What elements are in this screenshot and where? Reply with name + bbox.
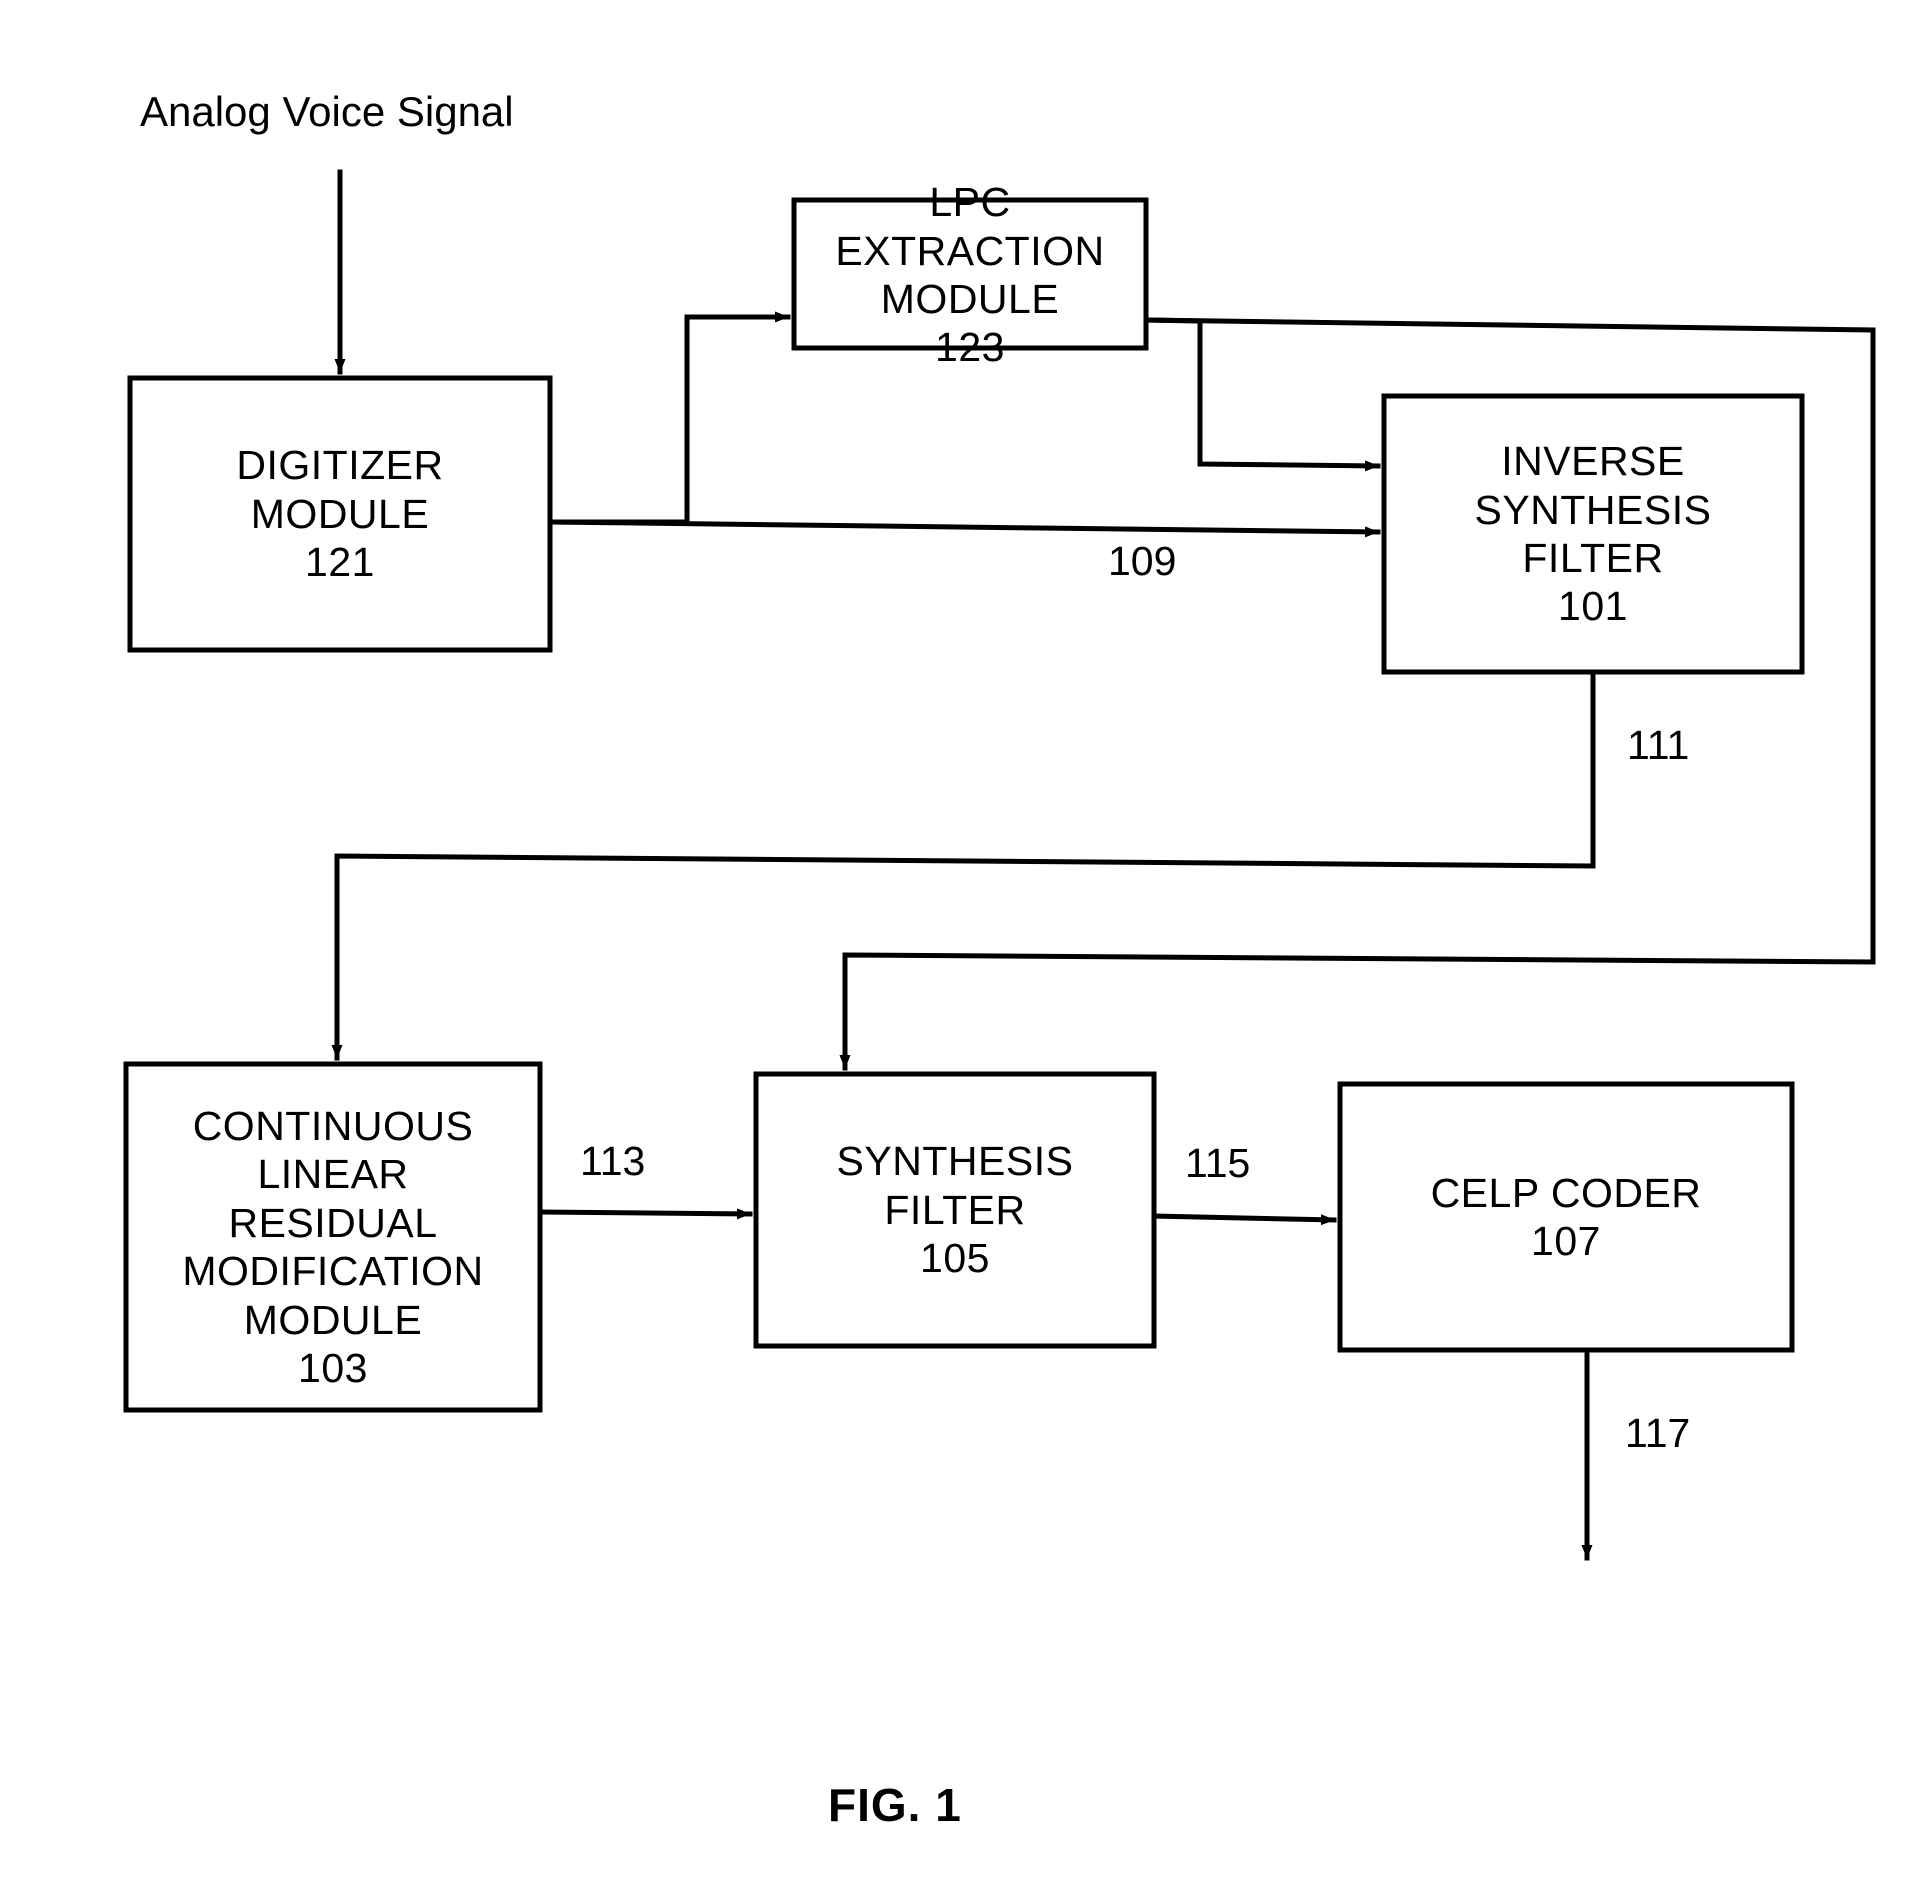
connector-synthesis-filter-to-celp-coder [1151,1213,1337,1226]
figure-caption: FIG. 1 [828,1779,962,1831]
synthesis-filter[interactable] [756,1074,1154,1346]
patent-figure: Analog Voice Signal DIGITIZER MODULE 121… [0,0,1922,1904]
inverse-synthesis-filter[interactable] [1384,396,1802,672]
connector-lpc-to-inverse-synthesis-filter [1143,317,1381,472]
connector-clrm-module-to-synthesis-filter [537,1208,753,1220]
lpc-extraction-module[interactable] [794,200,1146,350]
signal-ref-111: 111 [1627,722,1690,768]
celp-coder[interactable] [1340,1084,1792,1350]
continuous-linear-residual-modification-module[interactable] [126,1064,540,1410]
connector-inverse-synthesis-filter-to-clrm-module [331,669,1596,1061]
signal-ref-117: 117 [1625,1410,1691,1456]
digitizer-module[interactable] [130,378,550,650]
signal-ref-113: 113 [580,1138,646,1184]
signal-ref-109: 109 [1108,538,1177,584]
connector-digitizer-to-inverse-synthesis-filter [547,519,1381,538]
connector-digitizer-to-lpc [547,311,791,525]
signal-ref-115: 115 [1185,1140,1251,1186]
analog-voice-signal-label: Analog Voice Signal [140,88,514,135]
